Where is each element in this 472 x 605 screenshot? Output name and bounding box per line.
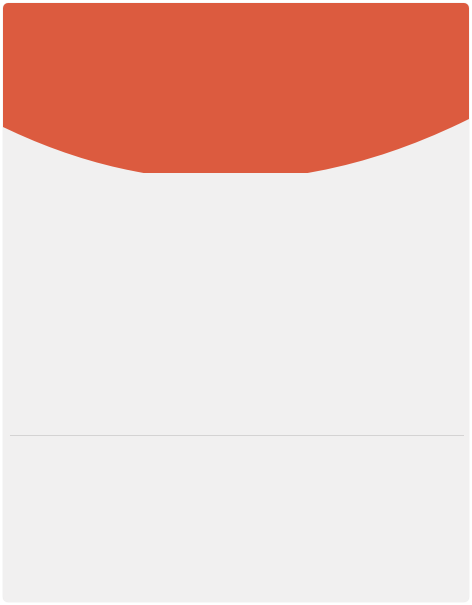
header-arc-banner	[3, 3, 469, 173]
card-footer-area	[3, 436, 469, 602]
header-arc-shape	[3, 3, 469, 173]
card-content-area	[3, 173, 469, 435]
card-panel	[3, 3, 469, 602]
